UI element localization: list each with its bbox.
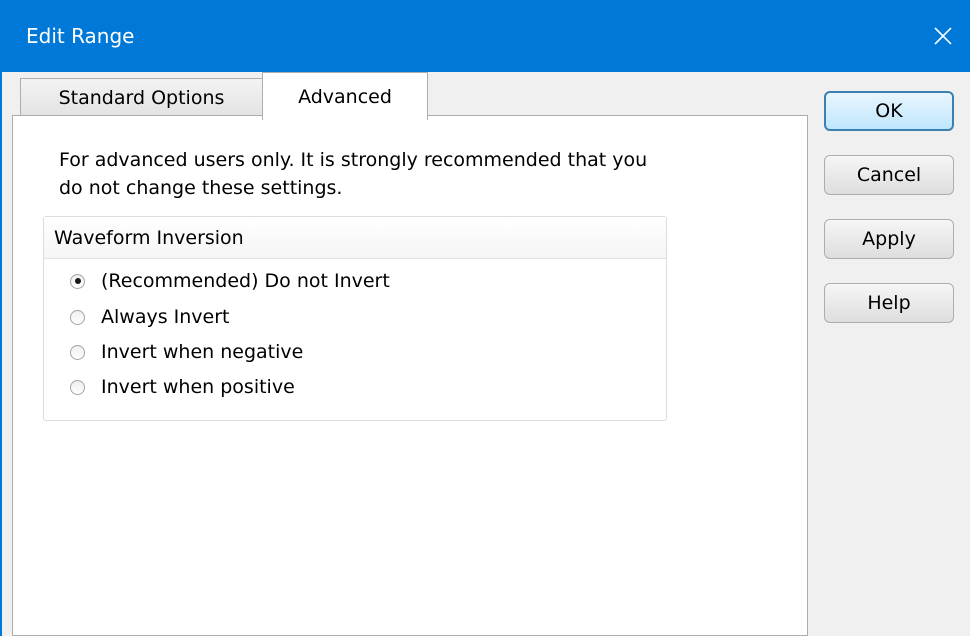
ok-button[interactable]: OK: [824, 91, 954, 131]
close-icon: [934, 27, 952, 45]
tab-label: Advanced: [298, 85, 392, 108]
radio-do-not-invert[interactable]: (Recommended) Do not Invert: [70, 264, 390, 298]
radio-button-selected[interactable]: [70, 273, 85, 289]
title-bar: Edit Range: [2, 0, 970, 72]
tab-advanced[interactable]: Advanced: [262, 72, 428, 120]
radio-button[interactable]: [70, 344, 85, 360]
close-button[interactable]: [914, 0, 970, 72]
radio-label: Invert when positive: [101, 376, 295, 398]
apply-button[interactable]: Apply: [824, 219, 954, 259]
help-button[interactable]: Help: [824, 283, 954, 323]
tab-control: Standard Options Advanced For advanced u…: [12, 72, 808, 636]
radio-label: Always Invert: [101, 306, 230, 328]
window-title: Edit Range: [26, 24, 135, 48]
cancel-button[interactable]: Cancel: [824, 155, 954, 195]
radio-label: (Recommended) Do not Invert: [101, 270, 390, 292]
waveform-inversion-group: Waveform Inversion (Recommended) Do not …: [43, 216, 667, 421]
radio-button[interactable]: [70, 379, 85, 395]
tab-standard-options[interactable]: Standard Options: [20, 78, 263, 116]
radio-label: Invert when negative: [101, 341, 304, 363]
advanced-tab-panel: For advanced users only. It is strongly …: [12, 115, 808, 636]
radio-button[interactable]: [70, 309, 85, 325]
radio-invert-when-negative[interactable]: Invert when negative: [70, 335, 303, 369]
edit-range-dialog: Edit Range Standard Options Advanced For…: [0, 0, 970, 636]
tab-label: Standard Options: [58, 86, 225, 109]
advanced-description: For advanced users only. It is strongly …: [59, 149, 648, 199]
radio-invert-when-positive[interactable]: Invert when positive: [70, 370, 295, 404]
group-title: Waveform Inversion: [44, 217, 666, 259]
radio-always-invert[interactable]: Always Invert: [70, 300, 229, 334]
